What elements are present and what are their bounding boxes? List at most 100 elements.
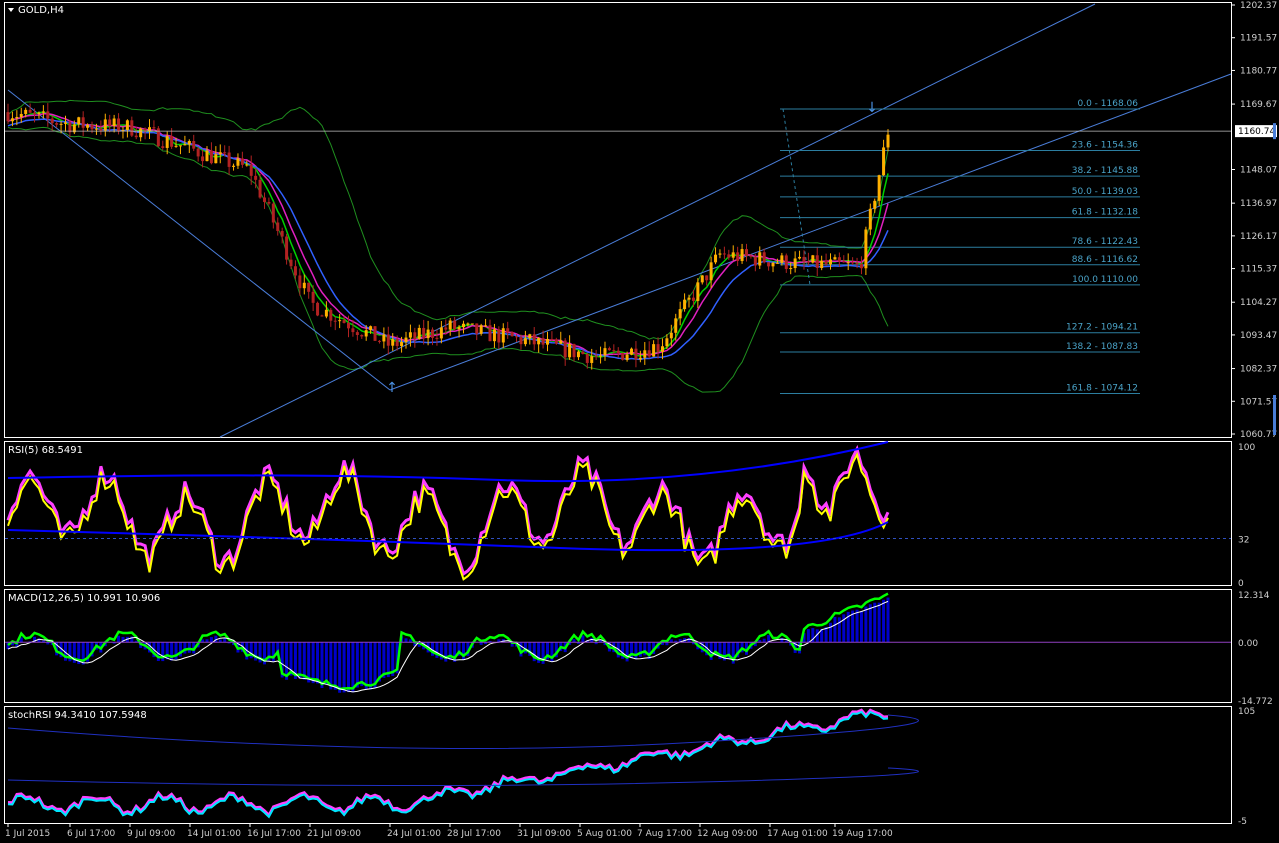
candle-body: [886, 134, 890, 148]
candle-body: [311, 291, 315, 303]
rsi-panel[interactable]: [4, 441, 1232, 586]
candle-body: [855, 263, 859, 265]
candle-body: [475, 323, 479, 334]
candle-body: [687, 297, 691, 300]
candle-body: [647, 350, 651, 357]
candle-body: [236, 158, 240, 166]
candle-body: [541, 338, 545, 345]
price-axis-label: 1104.27: [1240, 298, 1277, 308]
candle-body: [196, 148, 200, 157]
candle-body: [718, 253, 722, 255]
time-axis-label: 14 Jul 01:00: [187, 829, 241, 839]
main-panel[interactable]: [4, 2, 1232, 438]
candle-body: [616, 350, 620, 354]
candle-body: [223, 152, 227, 154]
candle-body: [351, 328, 355, 333]
candle-body: [426, 329, 430, 339]
candle-body: [877, 175, 881, 201]
candle-body: [81, 117, 85, 128]
scale-marker: [1273, 395, 1276, 435]
trend-line-down: [7, 89, 391, 391]
candle-body: [183, 144, 187, 146]
price-axis-label: 1126.17: [1240, 232, 1277, 242]
candle-body: [444, 327, 448, 330]
candle-body: [342, 320, 346, 323]
candle-body: [744, 249, 748, 256]
fib-level-label: 161.8 - 1074.12: [1066, 384, 1138, 394]
macd-axis-label: -14.772: [1238, 697, 1273, 707]
main-plot: 0.0 - 1168.06 23.6 - 1154.36 38.2 - 1145.8…: [5, 3, 1232, 438]
candle-body: [187, 140, 191, 145]
candle-body: [714, 254, 718, 263]
rsi-axis-label: 32: [1238, 535, 1249, 545]
candle-body: [784, 255, 788, 269]
candle-body: [28, 109, 32, 113]
candle-body: [324, 309, 328, 317]
time-axis-label: 19 Aug 17:00: [832, 829, 893, 839]
price-axis-label: 1082.37: [1240, 365, 1277, 375]
candle-body: [607, 348, 611, 351]
candle-body: [201, 156, 205, 162]
candle-body: [643, 350, 647, 358]
candle-body: [382, 334, 386, 342]
price-axis-label: 1169.67: [1240, 100, 1277, 110]
triangle-down-icon[interactable]: [8, 8, 14, 12]
candle-body: [63, 122, 67, 124]
candle-body: [99, 128, 103, 131]
candle-body: [638, 357, 642, 360]
candle-body: [736, 252, 740, 262]
candle-body: [550, 338, 554, 340]
candle-body: [559, 340, 563, 344]
candle-body: [621, 353, 625, 360]
candle-body: [316, 302, 320, 316]
candle-body: [457, 327, 461, 330]
candle-body: [492, 329, 496, 342]
candle-body: [108, 119, 112, 126]
candle-body: [55, 123, 59, 125]
candle-body: [753, 256, 757, 266]
candle-body: [811, 255, 815, 263]
candle-body: [497, 329, 501, 343]
candle-body: [258, 179, 262, 198]
candle-body: [90, 124, 94, 130]
ma-blue-line: [7, 118, 889, 361]
trading-chart[interactable]: 0.0 - 1168.06 23.6 - 1154.36 38.2 - 1145.8…: [0, 0, 1279, 843]
fib-level-label: 127.2 - 1094.21: [1066, 323, 1138, 333]
candle-body: [232, 165, 236, 167]
candle-body: [820, 260, 824, 269]
candle-body: [864, 229, 868, 269]
candle-body: [117, 118, 121, 132]
main-title: GOLD,H4: [18, 5, 64, 16]
price-axis-label: 1115.37: [1240, 265, 1277, 275]
candle-body: [758, 252, 762, 266]
stoch-panel[interactable]: [4, 706, 1232, 824]
candle-body: [599, 355, 603, 357]
candle-body: [824, 260, 828, 265]
price-axis-label: 1071.57: [1240, 397, 1277, 407]
candle-body: [842, 261, 846, 263]
stoch-title: stochRSI 94.3410 107.5948: [8, 710, 147, 721]
candle-body: [391, 339, 395, 346]
time-axis-label: 7 Aug 17:00: [637, 829, 692, 839]
stoch-plot: [7, 708, 919, 819]
candle-body: [568, 343, 572, 358]
candle-body: [762, 252, 766, 263]
time-axis-label: 12 Aug 09:00: [697, 829, 758, 839]
stoch-line: [7, 710, 889, 819]
rsi-line: [7, 451, 889, 581]
stoch-axis-label: -5: [1238, 817, 1247, 827]
candle-body: [815, 255, 819, 269]
candle-body: [722, 253, 726, 255]
candle-body: [130, 120, 134, 136]
rsi-axis-label: 100: [1238, 443, 1255, 453]
candle-body: [373, 326, 377, 341]
candle-body: [802, 256, 806, 262]
candle-body: [285, 236, 289, 260]
candle-body: [46, 111, 50, 119]
candle-body: [254, 175, 258, 180]
price-axis-label: 1136.97: [1240, 199, 1277, 209]
candle-body: [178, 145, 182, 147]
candle-body: [700, 275, 704, 283]
candle-body: [404, 337, 408, 343]
candle-body: [19, 113, 23, 117]
